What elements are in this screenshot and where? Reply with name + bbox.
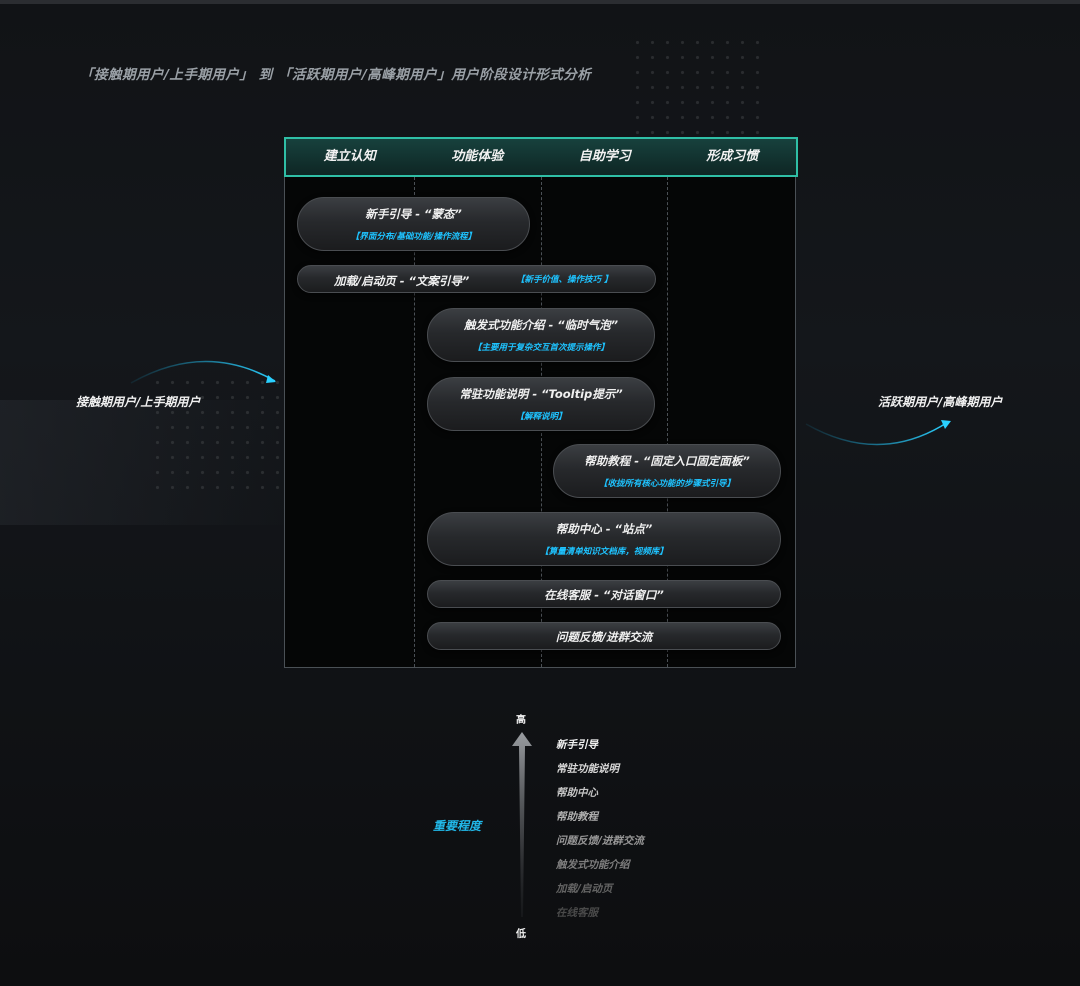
stage-2: 功能体验 <box>451 149 504 164</box>
rank-item-3: 帮助中心 <box>556 787 598 799</box>
pill-help-tutorial: 帮助教程 - “固定入口固定面板” 【收拢所有核心功能的步骤式引导】 <box>553 444 781 498</box>
pill-title: 帮助教程 - “固定入口固定面板” <box>584 454 750 468</box>
pill-tooltip: 常驻功能说明 - “Tooltip提示” 【解释说明】 <box>427 377 655 431</box>
pill-title: 新手引导 - “蒙态” <box>365 207 462 221</box>
pill-title: 问题反馈/进群交流 <box>555 630 653 644</box>
pill-title: 在线客服 - “对话窗口” <box>544 588 664 602</box>
importance-axis-arrow <box>512 732 532 917</box>
rank-item-8: 在线客服 <box>556 907 598 919</box>
pill-launch-page: 加载/启动页 - “文案引导” 【新手价值、操作技巧 】 <box>297 265 656 293</box>
pill-subtitle: 【界面分布/基础功能/操作流程】 <box>350 232 477 242</box>
axis-high-label: 高 <box>516 715 526 726</box>
axis-low-label: 低 <box>516 929 526 940</box>
left-glow-band <box>0 400 300 525</box>
pill-title: 加载/启动页 - “文案引导” <box>334 274 470 288</box>
rank-item-5: 问题反馈/进群交流 <box>556 835 644 847</box>
stage-4: 形成习惯 <box>706 149 759 164</box>
rank-item-1: 新手引导 <box>556 739 598 751</box>
stage-header: 建立认知 功能体验 自助学习 形成习惯 <box>284 137 798 177</box>
left-user-label: 接触期用户/上手期用户 <box>76 395 201 409</box>
pill-feedback: 问题反馈/进群交流 <box>427 622 781 650</box>
pill-subtitle: 【收拢所有核心功能的步骤式引导】 <box>598 479 735 489</box>
pill-help-center: 帮助中心 - “站点” 【算量清单知识文档库，视频库】 <box>427 512 781 566</box>
right-user-label: 活跃期用户/高峰期用户 <box>878 395 1003 409</box>
pill-subtitle: 【新手价值、操作技巧 】 <box>516 275 613 285</box>
rank-item-2: 常驻功能说明 <box>556 763 619 775</box>
pill-trigger-bubble: 触发式功能介绍 - “临时气泡” 【主要用于复杂交互首次提示操作】 <box>427 308 655 362</box>
pill-onboarding: 新手引导 - “蒙态” 【界面分布/基础功能/操作流程】 <box>297 197 530 251</box>
rank-item-7: 加载/启动页 <box>556 883 613 895</box>
importance-label: 重要程度 <box>433 819 482 833</box>
pill-online-service: 在线客服 - “对话窗口” <box>427 580 781 608</box>
stage-1: 建立认知 <box>323 149 376 164</box>
pill-title: 帮助中心 - “站点” <box>555 522 653 536</box>
left-arc-arrow <box>130 360 276 384</box>
pill-subtitle: 【解释说明】 <box>515 412 567 422</box>
top-bar <box>0 0 1080 4</box>
pill-subtitle: 【主要用于复杂交互首次提示操作】 <box>472 343 609 353</box>
rank-item-4: 帮助教程 <box>556 811 598 823</box>
rank-item-6: 触发式功能介绍 <box>556 859 630 871</box>
pill-subtitle: 【算量清单知识文档库，视频库】 <box>540 547 668 557</box>
pill-title: 触发式功能介绍 - “临时气泡” <box>463 318 619 332</box>
pill-title: 常驻功能说明 - “Tooltip提示” <box>459 387 623 401</box>
right-arc-arrow <box>805 420 951 446</box>
stage-3: 自助学习 <box>578 149 631 164</box>
page-title: 「接触期用户/上手期用户」 到 「活跃期用户/高峰期用户」用户阶段设计形式分析 <box>80 67 592 83</box>
